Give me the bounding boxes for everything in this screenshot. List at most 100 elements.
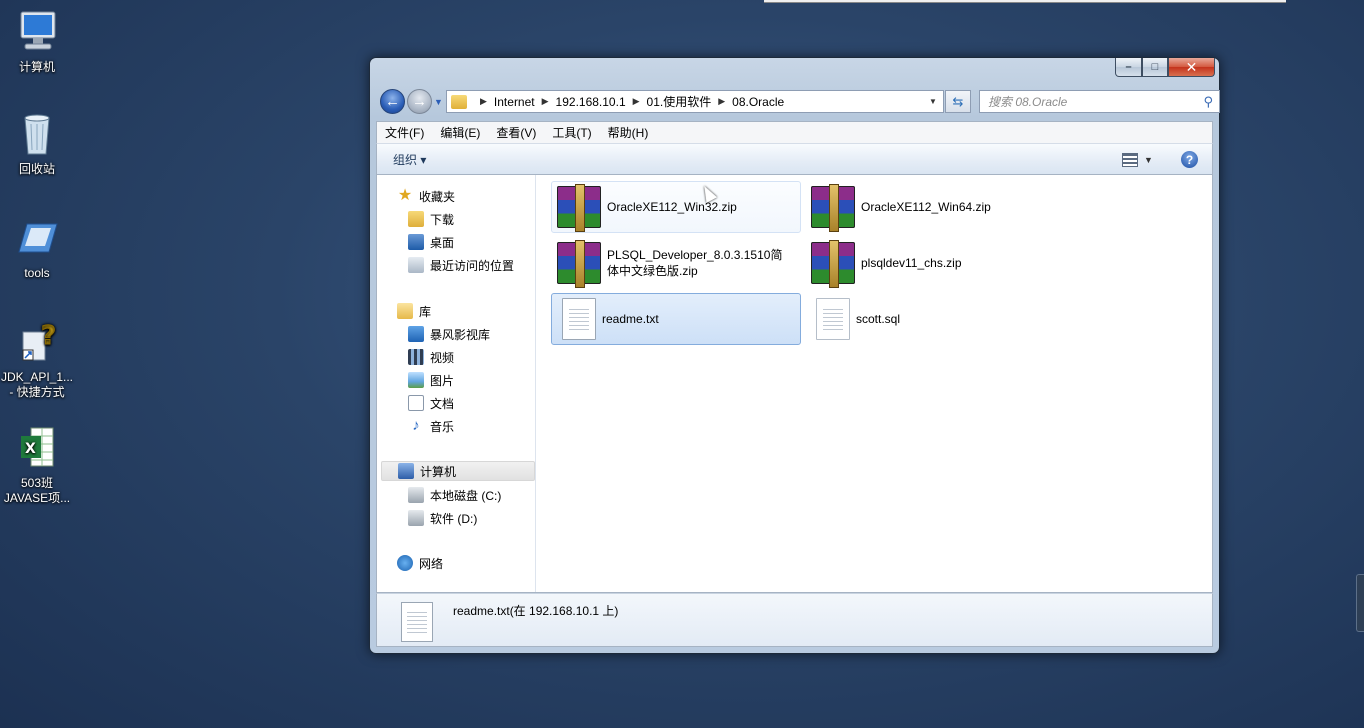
nav-drive-d[interactable]: 软件 (D:) — [408, 508, 477, 528]
desktop-icon-label: 回收站 — [18, 162, 55, 176]
close-button[interactable]: ✕ — [1168, 58, 1215, 77]
blank-document-icon — [816, 298, 850, 340]
desktop-icon-label: 503班 JAVASE项... — [3, 476, 71, 505]
change-view-button[interactable]: ▼ — [1122, 152, 1158, 168]
nav-label: 文档 — [430, 396, 455, 411]
documents-icon — [408, 395, 424, 411]
hard-drive-icon — [408, 510, 424, 526]
help-button[interactable]: ? — [1181, 151, 1198, 168]
storm-video-icon — [408, 326, 424, 342]
back-button[interactable]: ← — [380, 89, 405, 114]
details-text: readme.txt(在 192.168.10.1 上) — [453, 604, 619, 618]
nav-favorites[interactable]: ★ 收藏夹 — [397, 186, 455, 206]
recycle-bin-icon — [24, 114, 50, 155]
nav-recent-places[interactable]: 最近访问的位置 — [408, 255, 514, 275]
menu-bar: 文件(F) 编辑(E) 查看(V) 工具(T) 帮助(H) — [376, 121, 1213, 143]
text-document-icon — [562, 298, 596, 340]
address-dropdown-icon[interactable]: ▼ — [925, 91, 941, 112]
navigation-bar: ← → ▼ ▶ Internet ▶ 192.168.10.1 ▶ 01.使用软… — [378, 88, 1220, 114]
minimize-button[interactable]: – — [1115, 58, 1142, 77]
search-input[interactable]: 搜索 08.Oracle ⚲ — [979, 90, 1220, 113]
view-options-icon — [1122, 153, 1138, 167]
nav-label: 计算机 — [420, 464, 457, 479]
music-icon: ♪ — [412, 417, 420, 434]
winrar-archive-icon — [811, 240, 855, 288]
breadcrumb-separator-icon[interactable]: ▶ — [480, 96, 487, 107]
nav-computer[interactable]: 计算机 — [381, 461, 535, 481]
winrar-archive-icon — [557, 240, 601, 288]
breadcrumb-separator-icon[interactable]: ▶ — [718, 96, 725, 107]
desktop-icon-recycle-bin[interactable]: 回收站 — [0, 110, 74, 177]
breadcrumb-internet[interactable]: Internet — [494, 95, 535, 109]
breadcrumb-software[interactable]: 01.使用软件 — [647, 93, 712, 110]
nav-network[interactable]: 网络 — [397, 553, 443, 573]
file-item[interactable]: PLSQL_Developer_8.0.3.1510简体中文绿色版.zip — [551, 237, 801, 289]
file-list: OracleXE112_Win32.zip OracleXE112_Win64.… — [537, 175, 1212, 592]
explorer-window[interactable]: – □ ✕ ← → ▼ ▶ Internet ▶ 192.168.10.1 ▶ … — [369, 57, 1220, 654]
nav-label: 视频 — [430, 350, 455, 365]
library-icon — [397, 303, 413, 319]
star-icon: ★ — [397, 187, 413, 204]
nav-storm-library[interactable]: 暴风影视库 — [408, 324, 490, 344]
nav-label: 桌面 — [430, 235, 455, 250]
file-name: readme.txt — [602, 312, 659, 326]
breadcrumb-separator-icon[interactable]: ▶ — [542, 96, 549, 107]
nav-libraries[interactable]: 库 — [397, 301, 431, 321]
file-item[interactable]: readme.txt — [551, 293, 801, 345]
file-name: PLSQL_Developer_8.0.3.1510简体中文绿色版.zip — [607, 248, 783, 278]
nav-pictures[interactable]: 图片 — [408, 370, 454, 390]
text-document-icon — [401, 602, 433, 642]
breadcrumb-oracle[interactable]: 08.Oracle — [732, 95, 784, 109]
caption-buttons: – □ ✕ — [1115, 58, 1215, 77]
breadcrumb-host[interactable]: 192.168.10.1 — [556, 95, 626, 109]
desktop-icon-jdk-api[interactable]: ? JDK_API_1... - 快捷方式 — [0, 318, 74, 400]
nav-label: 库 — [419, 304, 432, 319]
file-item[interactable]: OracleXE112_Win32.zip — [551, 181, 801, 233]
nav-label: 暴风影视库 — [430, 327, 491, 342]
organize-button[interactable]: 组织 ▾ — [393, 151, 426, 168]
nav-drive-c[interactable]: 本地磁盘 (C:) — [408, 485, 501, 505]
breadcrumb-separator-icon[interactable]: ▶ — [633, 96, 640, 107]
maximize-button[interactable]: □ — [1142, 58, 1168, 77]
nav-desktop[interactable]: 桌面 — [408, 232, 454, 252]
menu-file[interactable]: 文件(F) — [385, 124, 424, 141]
nav-label: 最近访问的位置 — [430, 258, 515, 273]
svg-text:?: ? — [41, 321, 56, 351]
nav-downloads[interactable]: 下载 — [408, 209, 454, 229]
hard-drive-icon — [408, 487, 424, 503]
nav-videos[interactable]: 视频 — [408, 347, 454, 367]
file-name: scott.sql — [856, 312, 901, 326]
menu-view[interactable]: 查看(V) — [496, 124, 536, 141]
file-name: plsqldev11_chs.zip — [861, 256, 962, 270]
menu-tools[interactable]: 工具(T) — [552, 124, 591, 141]
menu-edit[interactable]: 编辑(E) — [440, 124, 480, 141]
folder-tools-icon — [18, 223, 58, 253]
file-item[interactable]: scott.sql — [805, 293, 1055, 345]
nav-label: 图片 — [430, 373, 455, 388]
winrar-archive-icon — [557, 184, 601, 232]
forward-button[interactable]: → — [407, 89, 432, 114]
refresh-button[interactable]: ⇆ — [945, 90, 971, 113]
nav-label: 网络 — [419, 556, 444, 571]
desktop-icon-label: JDK_API_1... - 快捷方式 — [0, 370, 74, 399]
nav-documents[interactable]: 文档 — [408, 393, 454, 413]
help-file-shortcut-icon: ? — [22, 321, 57, 361]
search-icon[interactable]: ⚲ — [1203, 94, 1213, 110]
file-name: OracleXE112_Win32.zip — [607, 200, 737, 214]
desktop-icon-tools[interactable]: tools — [0, 214, 74, 281]
nav-label: 收藏夹 — [419, 189, 456, 204]
winrar-archive-icon — [811, 184, 855, 232]
menu-help[interactable]: 帮助(H) — [608, 124, 649, 141]
file-item[interactable]: plsqldev11_chs.zip — [805, 237, 1055, 289]
desktop-icon-excel-file[interactable]: X 503班 JAVASE项... — [0, 424, 74, 506]
side-gadget-handle[interactable] — [1356, 574, 1364, 632]
recent-places-icon — [408, 257, 424, 273]
nav-music[interactable]: ♪ 音乐 — [408, 416, 454, 436]
pictures-icon — [408, 372, 424, 388]
file-item[interactable]: OracleXE112_Win64.zip — [805, 181, 1055, 233]
top-window-edge — [764, 0, 1286, 3]
address-bar[interactable]: ▶ Internet ▶ 192.168.10.1 ▶ 01.使用软件 ▶ 08… — [446, 90, 944, 113]
search-placeholder: 搜索 08.Oracle — [988, 95, 1068, 109]
desktop-icon-computer[interactable]: 计算机 — [0, 8, 74, 75]
recent-pages-dropdown-icon[interactable]: ▼ — [434, 97, 443, 107]
